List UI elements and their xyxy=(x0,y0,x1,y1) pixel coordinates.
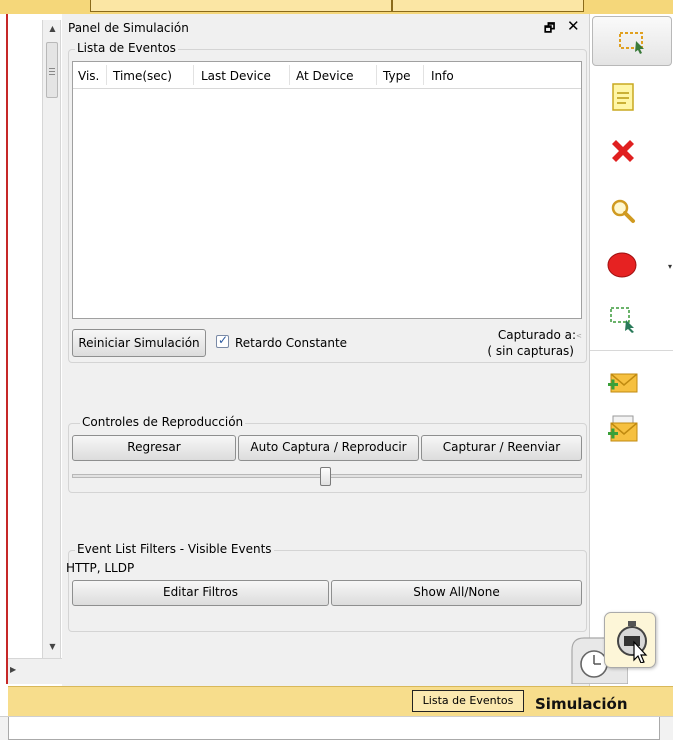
stopwatch-icon xyxy=(617,621,648,663)
grip-line xyxy=(49,74,55,75)
add-complex-pdu-icon[interactable] xyxy=(606,412,640,446)
column-header-vis[interactable]: Vis. xyxy=(78,69,99,83)
visible-events-text: HTTP, LLDP xyxy=(66,561,135,575)
horizontal-scrollbar[interactable]: ▶ xyxy=(8,658,62,684)
filters-group-title: Event List Filters - Visible Events xyxy=(75,542,274,556)
capture-forward-button[interactable]: Capturar / Reenviar xyxy=(421,435,582,461)
column-separator xyxy=(193,65,194,85)
scroll-right-arrow-icon[interactable]: ▶ xyxy=(10,665,16,674)
delete-icon[interactable] xyxy=(606,136,640,170)
captured-overflow-icon: < xyxy=(576,332,582,340)
grip-line xyxy=(49,68,55,69)
toolbar-divider xyxy=(590,350,673,351)
auto-capture-play-button[interactable]: Auto Captura / Reproducir xyxy=(238,435,419,461)
event-list-tab[interactable]: Lista de Eventos xyxy=(412,690,524,712)
right-toolbar: ▾ xyxy=(571,14,673,686)
slider-handle[interactable] xyxy=(320,467,331,486)
bottom-bar xyxy=(0,716,673,740)
grip-line xyxy=(49,71,55,72)
bottom-bar-inner xyxy=(8,717,660,740)
scroll-up-arrow-icon[interactable]: ▲ xyxy=(43,24,62,33)
column-separator xyxy=(423,65,424,85)
resize-icon[interactable] xyxy=(606,302,640,336)
inspect-icon[interactable] xyxy=(606,194,640,228)
top-strip-segment xyxy=(392,0,584,12)
captured-label: Capturado a: xyxy=(497,328,576,342)
table-header: Vis. Time(sec) Last Device At Device Typ… xyxy=(73,62,581,89)
simulation-mode-button[interactable] xyxy=(604,612,656,668)
captured-value: ( sin capturas) xyxy=(487,344,574,358)
reset-simulation-button[interactable]: Reiniciar Simulación xyxy=(72,329,206,357)
top-strip xyxy=(0,0,673,14)
float-icon[interactable]: 🗗 xyxy=(544,19,555,40)
playback-group-title: Controles de Reproducción xyxy=(80,415,246,429)
note-icon[interactable] xyxy=(606,80,640,114)
event-list-table[interactable]: Vis. Time(sec) Last Device At Device Typ… xyxy=(72,61,582,319)
draw-ellipse-icon[interactable] xyxy=(606,248,640,282)
left-edge xyxy=(0,14,8,684)
scroll-thumb[interactable] xyxy=(46,42,58,98)
edit-filters-button[interactable]: Editar Filtros xyxy=(72,580,329,606)
column-header-at-device[interactable]: At Device xyxy=(296,69,354,83)
scroll-down-arrow-icon[interactable]: ▼ xyxy=(43,642,62,651)
column-header-info[interactable]: Info xyxy=(431,69,454,83)
top-strip-segment xyxy=(90,0,392,12)
column-header-last-device[interactable]: Last Device xyxy=(201,69,271,83)
column-separator xyxy=(289,65,290,85)
close-icon[interactable]: ✕ xyxy=(567,17,580,35)
checkmark-icon: ✓ xyxy=(218,333,229,347)
select-tool-button[interactable] xyxy=(592,16,672,66)
column-header-type[interactable]: Type xyxy=(383,69,411,83)
constant-delay-checkbox[interactable]: ✓ xyxy=(216,333,229,348)
vertical-scrollbar[interactable]: ▲ ▼ xyxy=(42,20,61,658)
add-simple-pdu-icon[interactable] xyxy=(606,366,640,400)
column-header-time[interactable]: Time(sec) xyxy=(113,69,172,83)
show-all-none-button[interactable]: Show All/None xyxy=(331,580,582,606)
dropdown-arrow-icon[interactable]: ▾ xyxy=(668,262,672,271)
constant-delay-label: Retardo Constante xyxy=(235,336,348,350)
panel-title: Panel de Simulación xyxy=(68,21,189,35)
simulation-mode-label: Simulación xyxy=(535,695,628,713)
select-icon xyxy=(619,32,644,54)
back-button[interactable]: Regresar xyxy=(72,435,236,461)
column-separator xyxy=(106,65,107,85)
column-separator xyxy=(376,65,377,85)
simulation-panel: Panel de Simulación 🗗 ✕ Lista de Eventos… xyxy=(62,14,589,686)
event-list-group-title: Lista de Eventos xyxy=(75,41,178,55)
